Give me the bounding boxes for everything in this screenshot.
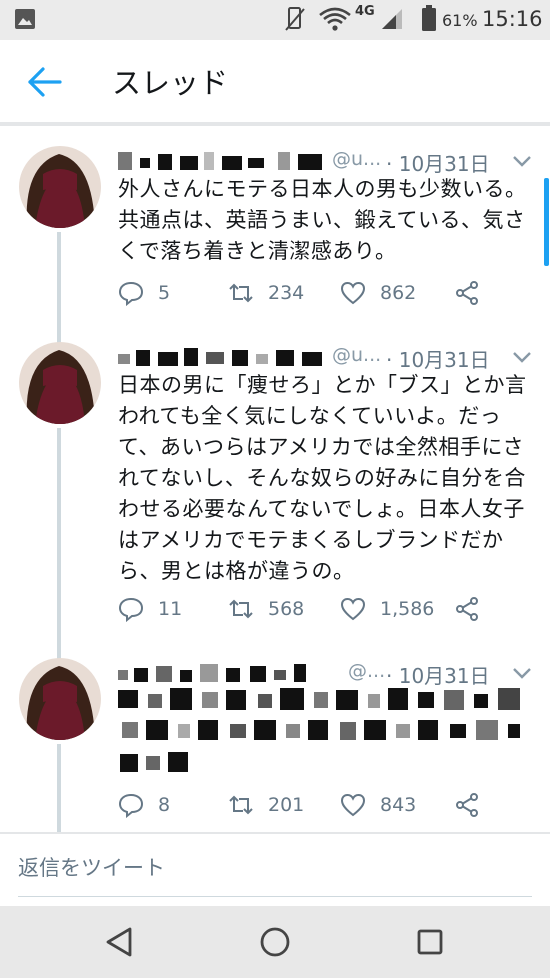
retweet-icon (229, 283, 253, 303)
network-type: 4G (355, 4, 375, 19)
retweet-button[interactable]: 568 (228, 594, 304, 624)
retweet-count: 201 (268, 794, 305, 816)
like-icon (340, 597, 366, 621)
tweet-header: @u... · 10月31日 (118, 344, 538, 373)
tweet-handle: @... (348, 660, 386, 682)
share-icon (456, 793, 478, 817)
retweet-button[interactable]: 201 (228, 790, 304, 820)
tweet-header: @u... · 10月31日 (118, 148, 538, 177)
chevron-down-icon[interactable] (512, 154, 532, 168)
tweet-header: @... · 10月31日 (118, 660, 538, 689)
censored-username (118, 346, 328, 368)
censored-username (118, 150, 328, 172)
reply-count: 11 (158, 598, 183, 620)
tweet[interactable]: @u... · 10月31日 外人さんにモテる日本人の男も少数いる。共通点は、英… (0, 126, 550, 336)
reply-count: 8 (158, 794, 171, 816)
navigation-bar (0, 906, 550, 978)
clock: 15:16 (482, 7, 543, 31)
tweet-handle: @u... (332, 148, 382, 170)
tweet-date[interactable]: · 10月31日 (386, 344, 490, 373)
like-button[interactable]: 862 (340, 278, 416, 308)
reply-icon (118, 597, 144, 622)
page-title: スレッド (112, 66, 229, 100)
reply-button[interactable]: 5 (118, 278, 170, 308)
reply-icon (118, 281, 144, 306)
share-button[interactable] (454, 790, 480, 820)
reply-count: 5 (158, 282, 171, 304)
back-arrow-icon[interactable] (26, 66, 64, 98)
tweet-actions: 11 568 1,586 (118, 594, 538, 624)
reply-input[interactable]: 返信をツイート (18, 852, 532, 886)
tweet-date[interactable]: · 10月31日 (386, 660, 490, 689)
tweet[interactable]: @... · 10月31日 8 201 843 (0, 638, 550, 832)
like-count: 1,586 (380, 598, 435, 620)
nav-back-icon[interactable] (102, 924, 138, 960)
tweet-text-censored (118, 686, 538, 776)
share-button[interactable] (454, 594, 480, 624)
avatar[interactable] (19, 146, 101, 228)
like-count: 843 (380, 794, 417, 816)
avatar[interactable] (19, 658, 101, 740)
rotate-icon (285, 7, 305, 31)
chevron-down-icon[interactable] (512, 666, 532, 680)
battery-percent: 61% (442, 11, 478, 30)
retweet-icon (229, 599, 253, 619)
tweet-handle: @u... (332, 344, 382, 366)
nav-recents-icon[interactable] (412, 924, 448, 960)
like-button[interactable]: 1,586 (340, 594, 434, 624)
avatar[interactable] (19, 342, 101, 424)
status-bar: 4G 61% 15:16 (0, 0, 550, 40)
like-icon (340, 281, 366, 305)
reply-icon (118, 793, 144, 818)
reply-input-underline (18, 896, 532, 897)
share-button[interactable] (454, 278, 480, 308)
tweet-text: 日本の男に「痩せろ」とか「ブス」とか言われても全く気にしなくていいよ。だって、あ… (118, 373, 527, 583)
tweet[interactable]: @u... · 10月31日 日本の男に「痩せろ」とか「ブス」とか言われても全く… (0, 322, 550, 642)
retweet-count: 568 (268, 598, 305, 620)
censored-username (118, 662, 332, 684)
tweet-actions: 5 234 862 (118, 278, 538, 308)
reply-button[interactable]: 11 (118, 594, 182, 624)
battery-icon (422, 5, 436, 31)
wifi-icon (319, 7, 351, 31)
signal-icon (382, 9, 402, 29)
nav-home-icon[interactable] (257, 924, 293, 960)
like-icon (340, 793, 366, 817)
header: スレッド (0, 40, 550, 122)
retweet-icon (229, 795, 253, 815)
image-icon (15, 9, 35, 29)
share-icon (456, 281, 478, 305)
tweet-text: 外人さんにモテる日本人の男も少数いる。共通点は、英語うまい、鍛えている、気さくで… (118, 177, 527, 263)
like-button[interactable]: 843 (340, 790, 416, 820)
chevron-down-icon[interactable] (512, 350, 532, 364)
like-count: 862 (380, 282, 417, 304)
retweet-button[interactable]: 234 (228, 278, 304, 308)
tweet-actions: 8 201 843 (118, 790, 538, 820)
tweet-date[interactable]: · 10月31日 (386, 148, 490, 177)
reply-divider (0, 832, 550, 834)
share-icon (456, 597, 478, 621)
reply-button[interactable]: 8 (118, 790, 170, 820)
retweet-count: 234 (268, 282, 305, 304)
